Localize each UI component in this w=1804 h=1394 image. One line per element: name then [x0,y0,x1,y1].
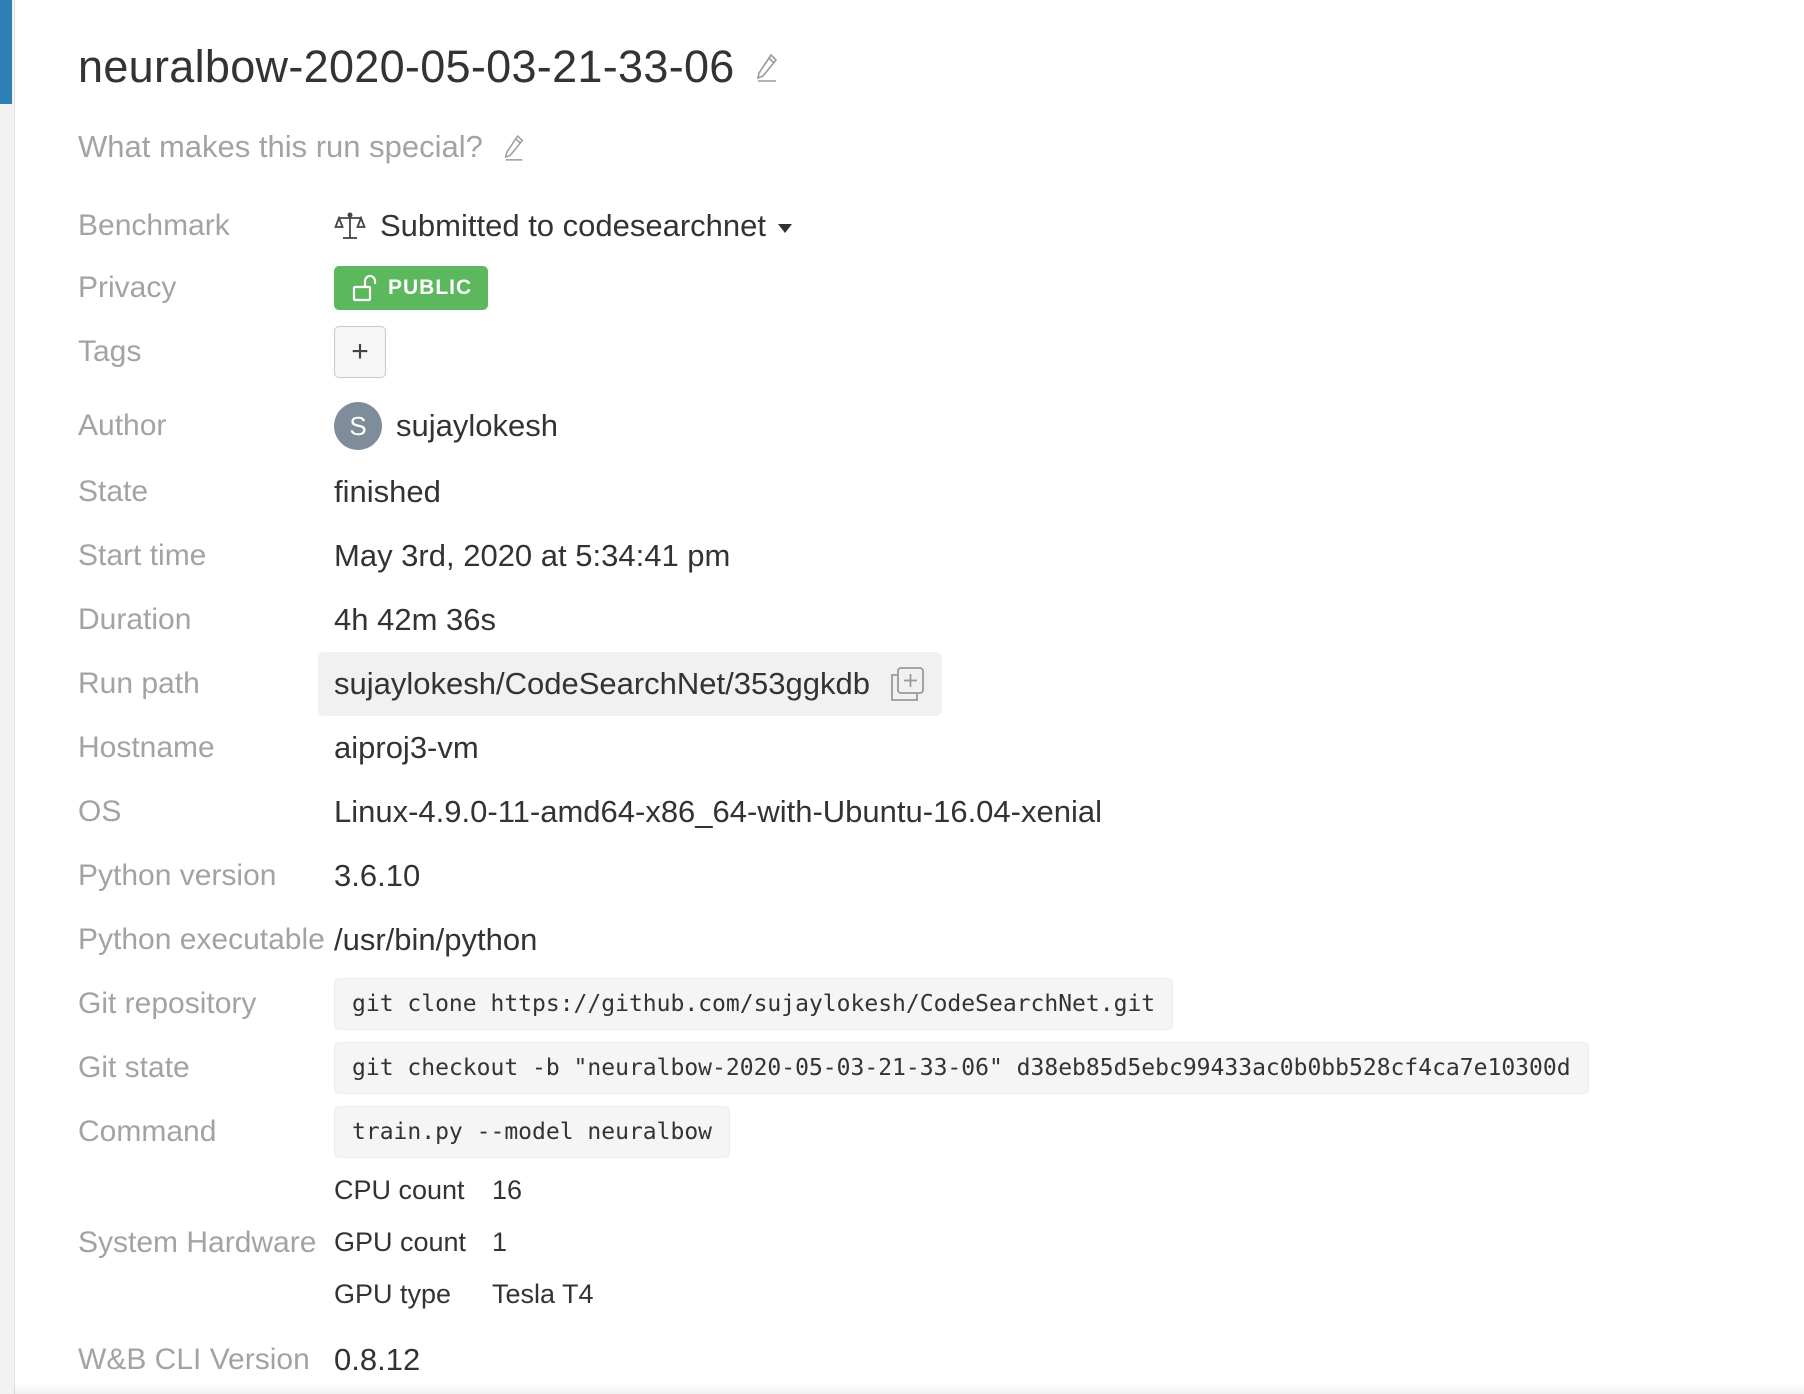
benchmark-dropdown[interactable]: Submitted to codesearchnet [334,208,793,244]
python-executable-label: Python executable [78,923,325,956]
bottom-scroll-shadow [14,1382,1804,1394]
author-row: Author S sujaylokesh [78,398,1678,454]
benchmark-label: Benchmark [78,209,230,242]
hardware-key: CPU count [334,1174,465,1205]
duration-row: Duration 4h 42m 36s [78,592,1678,648]
author-name[interactable]: sujaylokesh [396,408,558,444]
run-path-row: Run path sujaylokesh/CodeSearchNet/353gg… [78,652,1678,716]
git-repository-row: Git repository git clone https://github.… [78,976,1678,1032]
python-version-value: 3.6.10 [334,858,421,893]
author-label: Author [78,409,167,442]
run-description-placeholder[interactable]: What makes this run special? [78,129,483,165]
state-value: finished [334,474,441,509]
python-executable-value: /usr/bin/python [334,922,538,957]
git-state-row: Git state git checkout -b "neuralbow-202… [78,1040,1678,1096]
hostname-value: aiproj3-vm [334,730,479,765]
python-version-label: Python version [78,859,277,892]
run-path-box: sujaylokesh/CodeSearchNet/353ggkdb [318,652,942,716]
hostname-label: Hostname [78,731,215,764]
cli-version-value: 0.8.12 [334,1342,421,1377]
start-time-value: May 3rd, 2020 at 5:34:41 pm [334,538,731,573]
hardware-key: GPU count [334,1226,467,1257]
git-repository-label: Git repository [78,987,257,1020]
privacy-public-button[interactable]: PUBLIC [334,266,489,310]
left-rail-accent [0,0,12,104]
start-time-label: Start time [78,539,207,572]
hardware-value: Tesla T4 [492,1278,594,1309]
start-time-row: Start time May 3rd, 2020 at 5:34:41 pm [78,528,1678,584]
run-path-label: Run path [78,667,200,700]
system-hardware-table: CPU count 16 GPU count 1 GPU type Tesla … [334,1166,734,1320]
cli-version-row: W&B CLI Version 0.8.12 [78,1332,1678,1388]
cli-version-label: W&B CLI Version [78,1343,310,1376]
title-row: neuralbow-2020-05-03-21-33-06 [78,36,779,98]
copy-icon[interactable] [888,665,926,703]
tags-row: Tags + [78,320,1678,384]
hardware-row-cpu-count: CPU count 16 [334,1170,522,1210]
state-row: State finished [78,464,1678,520]
privacy-value: PUBLIC [388,276,473,299]
privacy-label: Privacy [78,271,177,304]
hardware-key: GPU type [334,1278,452,1309]
description-row[interactable]: What makes this run special? [78,124,525,170]
edit-title-pencil-icon[interactable] [755,52,779,82]
hardware-row-gpu-count: GPU count 1 [334,1222,507,1262]
command-label: Command [78,1115,217,1148]
python-version-row: Python version 3.6.10 [78,848,1678,904]
edit-description-pencil-icon[interactable] [503,133,525,161]
tags-label: Tags [78,335,142,368]
run-path-value[interactable]: sujaylokesh/CodeSearchNet/353ggkdb [334,666,870,702]
command-row: Command train.py --model neuralbow [78,1104,1678,1160]
duration-label: Duration [78,603,192,636]
hostname-row: Hostname aiproj3-vm [78,720,1678,776]
run-overview: neuralbow-2020-05-03-21-33-06 What makes… [78,0,1778,1394]
avatar[interactable]: S [334,402,382,450]
add-tag-button[interactable]: + [334,326,386,378]
git-state-label: Git state [78,1051,190,1084]
benchmark-value[interactable]: Submitted to codesearchnet [380,208,766,244]
privacy-row: Privacy PUBLIC [78,260,1678,316]
author-link[interactable]: S sujaylokesh [334,402,558,450]
system-hardware-row: System Hardware CPU count 16 GPU count 1… [78,1166,1678,1320]
hardware-row-gpu-type: GPU type Tesla T4 [334,1274,594,1314]
duration-value: 4h 42m 36s [334,602,496,637]
os-row: OS Linux-4.9.0-11-amd64-x86_64-with-Ubun… [78,784,1678,840]
hardware-value: 1 [492,1226,508,1257]
os-label: OS [78,795,122,828]
command-code[interactable]: train.py --model neuralbow [334,1106,731,1158]
unlock-icon [352,274,377,302]
benchmark-row: Benchmark Submitted to codesearchnet [78,198,1678,254]
system-hardware-label: System Hardware [78,1226,317,1259]
python-executable-row: Python executable /usr/bin/python [78,912,1678,968]
scale-icon [334,212,366,239]
state-label: State [78,475,149,508]
os-value: Linux-4.9.0-11-amd64-x86_64-with-Ubuntu-… [334,794,1102,829]
git-state-code[interactable]: git checkout -b "neuralbow-2020-05-03-21… [334,1042,1589,1094]
run-title: neuralbow-2020-05-03-21-33-06 [78,41,735,92]
hardware-value: 16 [492,1174,523,1205]
left-rail [0,0,15,1394]
chevron-down-icon[interactable] [778,223,793,233]
git-repository-code[interactable]: git clone https://github.com/sujaylokesh… [334,978,1174,1030]
